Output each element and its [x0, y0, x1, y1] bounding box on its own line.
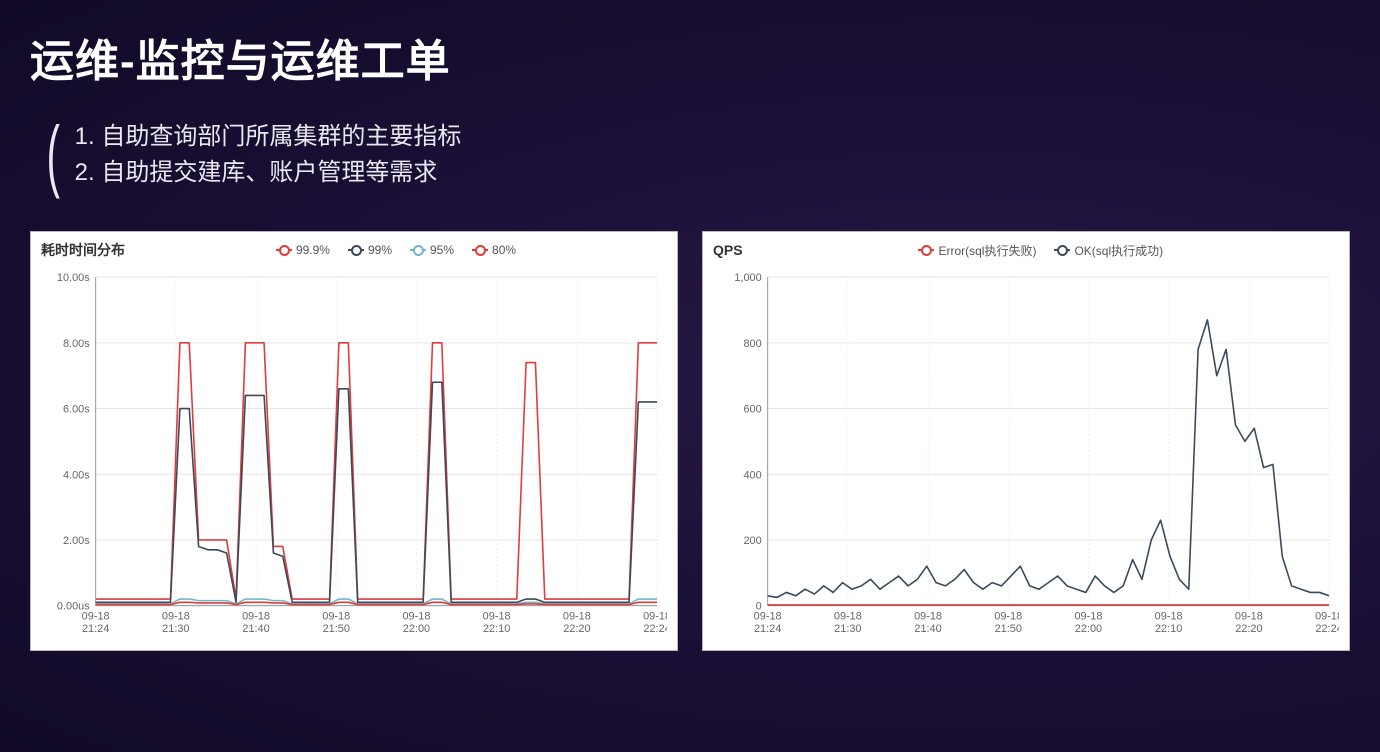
legend-item: OK(sql执行成功): [1054, 242, 1163, 259]
svg-text:22:20: 22:20: [563, 623, 590, 635]
legend-swatch-icon: [348, 246, 364, 254]
svg-text:09-18: 09-18: [1155, 611, 1183, 623]
svg-text:22:24: 22:24: [643, 623, 667, 635]
svg-text:21:50: 21:50: [995, 623, 1022, 635]
svg-text:09-18: 09-18: [402, 611, 430, 623]
svg-text:09-18: 09-18: [82, 611, 110, 623]
chart-plot-area: 0.00us2.00s4.00s6.00s8.00s10.00s09-1821:…: [41, 262, 667, 646]
svg-text:400: 400: [743, 469, 761, 481]
svg-text:800: 800: [743, 338, 761, 350]
legend-swatch-icon: [472, 246, 488, 254]
bullet-list: 1. 自助查询部门所属集群的主要指标 2. 自助提交建库、账户管理等需求: [75, 119, 462, 191]
svg-text:22:00: 22:00: [1075, 623, 1102, 635]
svg-text:09-18: 09-18: [162, 611, 190, 623]
svg-text:22:00: 22:00: [403, 623, 430, 635]
svg-text:21:40: 21:40: [242, 623, 269, 635]
svg-text:6.00s: 6.00s: [63, 403, 90, 415]
chart-panel-latency: 耗时时间分布 99.9%99%95%80% 0.00us2.00s4.00s6.…: [30, 231, 678, 651]
bracket-decoration: (: [47, 125, 60, 185]
charts-row: 耗时时间分布 99.9%99%95%80% 0.00us2.00s4.00s6.…: [30, 231, 1350, 651]
svg-text:09-18: 09-18: [1074, 611, 1102, 623]
legend-swatch-icon: [1054, 246, 1070, 254]
svg-text:09-18: 09-18: [914, 611, 942, 623]
legend-label: 80%: [492, 243, 516, 257]
legend-swatch-icon: [276, 246, 292, 254]
svg-text:09-18: 09-18: [643, 611, 667, 623]
legend-swatch-icon: [918, 246, 934, 254]
svg-text:21:24: 21:24: [82, 623, 109, 635]
chart-title: QPS: [713, 242, 743, 258]
legend-item: Error(sql执行失败): [918, 242, 1036, 259]
legend-label: Error(sql执行失败): [938, 242, 1036, 259]
svg-text:09-18: 09-18: [754, 611, 782, 623]
legend-item: 99.9%: [276, 243, 330, 257]
svg-text:09-18: 09-18: [242, 611, 270, 623]
chart-panel-qps: QPS Error(sql执行失败)OK(sql执行成功) 0200400600…: [702, 231, 1350, 651]
legend-label: 95%: [430, 243, 454, 257]
legend-swatch-icon: [410, 246, 426, 254]
svg-text:21:40: 21:40: [914, 623, 941, 635]
chart-legend: Error(sql执行失败) OK(sql执行成功): [743, 242, 1339, 259]
bullet-item: 1. 自助查询部门所属集群的主要指标: [75, 119, 462, 155]
chart-header: QPS Error(sql执行失败) OK(sql执行成功): [713, 238, 1339, 262]
svg-text:09-18: 09-18: [483, 611, 511, 623]
legend-label: 99.9%: [296, 243, 330, 257]
chart-header: 耗时时间分布 99.9% 99% 95% 80%: [41, 238, 667, 262]
svg-text:21:50: 21:50: [323, 623, 350, 635]
svg-text:8.00s: 8.00s: [63, 338, 90, 350]
bullet-item: 2. 自助提交建库、账户管理等需求: [75, 155, 462, 191]
svg-text:200: 200: [743, 535, 761, 547]
svg-text:09-18: 09-18: [1315, 611, 1339, 623]
svg-text:09-18: 09-18: [322, 611, 350, 623]
svg-text:22:20: 22:20: [1235, 623, 1262, 635]
svg-text:21:24: 21:24: [754, 623, 781, 635]
svg-text:22:10: 22:10: [483, 623, 510, 635]
svg-text:09-18: 09-18: [834, 611, 862, 623]
svg-text:1,000: 1,000: [734, 272, 761, 284]
chart-legend: 99.9% 99% 95% 80%: [125, 243, 667, 257]
svg-text:21:30: 21:30: [834, 623, 861, 635]
chart-title: 耗时时间分布: [41, 240, 125, 260]
chart-plot-area: 02004006008001,00009-1821:2409-1821:3009…: [713, 262, 1339, 646]
svg-text:4.00s: 4.00s: [63, 469, 90, 481]
svg-text:600: 600: [743, 403, 761, 415]
svg-text:09-18: 09-18: [994, 611, 1022, 623]
slide-title: 运维-监控与运维工单: [30, 25, 1350, 89]
legend-label: 99%: [368, 243, 392, 257]
svg-text:09-18: 09-18: [563, 611, 591, 623]
svg-text:10.00s: 10.00s: [57, 272, 90, 284]
legend-item: 95%: [410, 243, 454, 257]
svg-text:22:10: 22:10: [1155, 623, 1182, 635]
legend-item: 99%: [348, 243, 392, 257]
svg-text:21:30: 21:30: [162, 623, 189, 635]
svg-text:22:24: 22:24: [1315, 623, 1339, 635]
svg-text:09-18: 09-18: [1235, 611, 1263, 623]
legend-item: 80%: [472, 243, 516, 257]
legend-label: OK(sql执行成功): [1074, 242, 1163, 259]
bullet-block: ( 1. 自助查询部门所属集群的主要指标 2. 自助提交建库、账户管理等需求: [40, 119, 1350, 191]
svg-text:2.00s: 2.00s: [63, 535, 90, 547]
